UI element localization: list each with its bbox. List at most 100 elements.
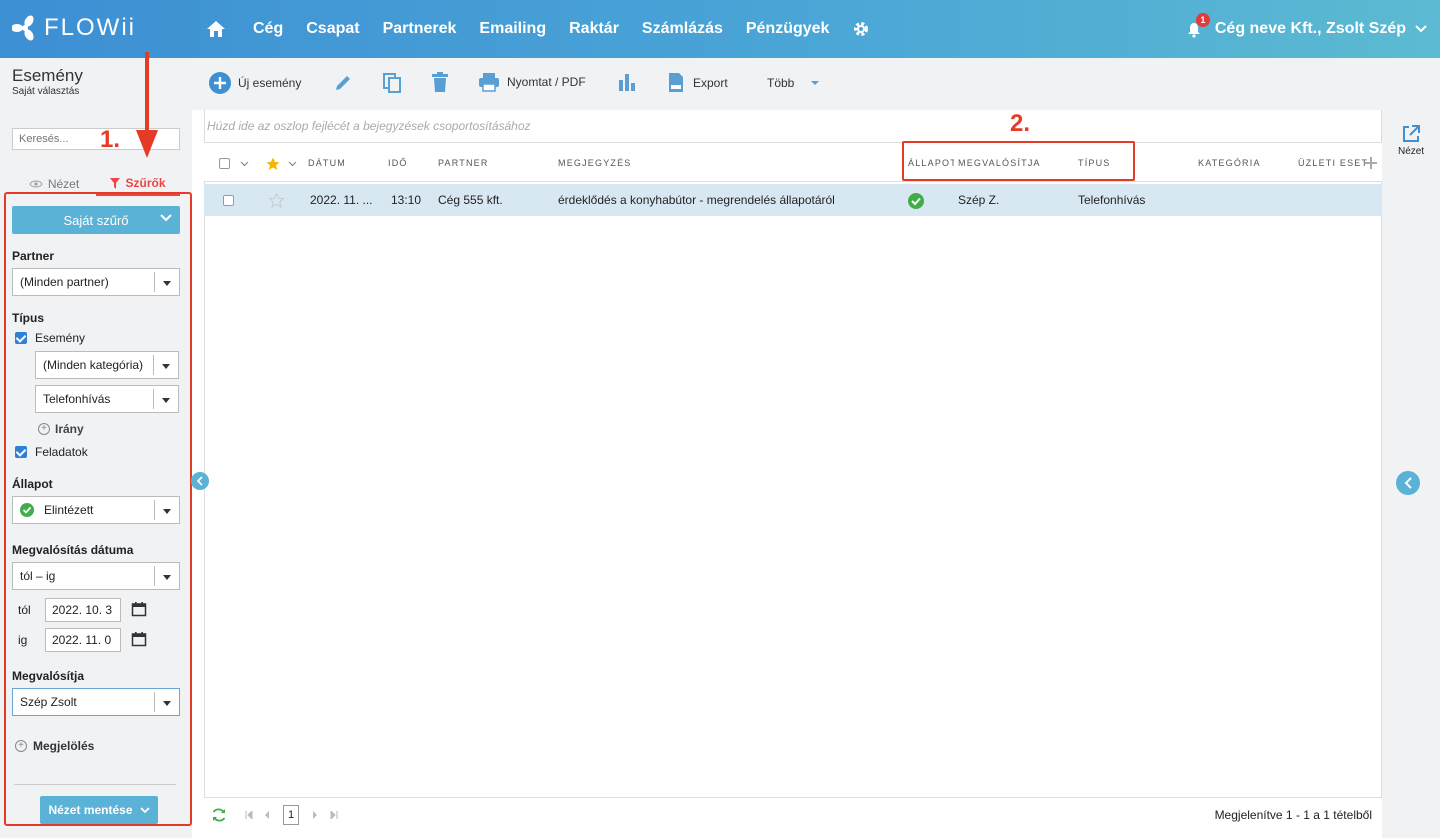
tasks-checkbox[interactable]: Feladatok (15, 445, 88, 459)
dropdown-caret-icon (163, 281, 171, 286)
dropdown-caret-icon (163, 509, 171, 514)
more-label: Több (767, 76, 795, 90)
column-header-category[interactable]: KATEGÓRIA (1198, 158, 1261, 168)
chart-bar-icon[interactable] (618, 73, 636, 91)
cell-time: 13:10 (391, 193, 422, 207)
cell-type: Telefonhívás (1078, 193, 1146, 207)
chevron-down-icon[interactable] (240, 161, 249, 167)
group-by-hint: Húzd ide az oszlop fejlécét a bejegyzése… (207, 119, 531, 133)
plus-circle-icon: + (38, 423, 50, 435)
nav-item-csapat[interactable]: Csapat (306, 20, 359, 38)
save-view-button[interactable]: Nézet mentése (40, 796, 158, 824)
home-icon[interactable] (206, 20, 226, 38)
nav-item-raktar[interactable]: Raktár (569, 20, 619, 38)
calendar-icon[interactable] (131, 601, 147, 617)
status-select[interactable]: Elintézett (12, 496, 180, 524)
marking-toggle[interactable]: + Megjelölés (15, 739, 94, 753)
subtype-select[interactable]: Telefonhívás (35, 385, 179, 413)
date-mode-select[interactable]: tól – ig (12, 562, 180, 590)
chevron-down-icon (160, 214, 172, 222)
annotation-columns-highlight (902, 141, 1135, 181)
row-checkbox[interactable] (223, 195, 234, 206)
table-row[interactable]: 2022. 11. ... 13:10 Cég 555 kft. érdeklő… (204, 184, 1382, 216)
status-label: Állapot (12, 477, 53, 491)
chevron-down-icon (139, 806, 150, 813)
nav-item-szamlazas[interactable]: Számlázás (642, 20, 723, 38)
calendar-icon[interactable] (131, 631, 147, 647)
export-button[interactable]: Export (668, 72, 728, 93)
owner-label: Megvalósítja (12, 669, 85, 683)
flowii-logo-icon (12, 15, 34, 41)
last-page-icon[interactable] (330, 811, 338, 819)
flowii-logo[interactable]: FLOWii (12, 10, 136, 46)
owner-select[interactable]: Szép Zsolt (12, 688, 180, 716)
to-date-input[interactable]: 2022. 11. 0 (45, 628, 121, 652)
category-select-value: (Minden kategória) (43, 358, 144, 372)
cell-partner: Cég 555 kft. (438, 193, 503, 207)
nav-item-ceg[interactable]: Cég (253, 20, 283, 38)
dropdown-caret-icon (162, 364, 170, 369)
nav-item-emailing[interactable]: Emailing (479, 20, 546, 38)
star-outline-icon[interactable] (269, 193, 284, 208)
partner-select-value: (Minden partner) (20, 275, 109, 289)
next-page-icon[interactable] (312, 811, 318, 819)
own-filter-button[interactable]: Saját szűrő (12, 206, 180, 234)
trash-icon[interactable] (431, 72, 449, 93)
grid-header: DÁTUM IDŐ PARTNER MEGJEGYZÉS ÁLLAPOT MEG… (204, 142, 1382, 182)
checkbox-checked-icon (15, 332, 27, 344)
status-select-value: Elintézett (44, 503, 94, 517)
prev-page-icon[interactable] (264, 811, 270, 819)
print-pdf-label: Nyomtat / PDF (507, 75, 586, 89)
open-external-icon[interactable] (1401, 124, 1421, 144)
column-header-partner[interactable]: PARTNER (438, 158, 489, 168)
from-date-label: tól (18, 603, 31, 617)
refresh-icon[interactable] (211, 808, 227, 822)
chevron-left-icon (1404, 477, 1412, 489)
category-select[interactable]: (Minden kategória) (35, 351, 179, 379)
new-event-button[interactable]: Új esemény (208, 71, 301, 95)
account-menu[interactable]: 1 Cég neve Kft., Zsolt Szép (1187, 0, 1428, 58)
pagination-info: Megjelenítve 1 - 1 a 1 tételből (1214, 808, 1372, 822)
dropdown-caret-icon (163, 575, 171, 580)
edit-pencil-icon[interactable] (333, 73, 353, 93)
column-header-business-case[interactable]: ÜZLETI ESET (1298, 158, 1368, 168)
expand-right-panel-button[interactable] (1396, 471, 1420, 495)
event-checkbox[interactable]: Esemény (15, 331, 85, 345)
date-range-label: Megvalósítás dátuma (12, 543, 134, 557)
notification-badge: 1 (1195, 13, 1210, 27)
column-header-time[interactable]: IDŐ (388, 158, 408, 168)
collapse-left-panel-button[interactable] (191, 472, 209, 490)
star-filled-icon[interactable] (266, 157, 280, 171)
type-label: Típus (12, 311, 44, 325)
chevron-down-icon[interactable] (288, 161, 297, 167)
from-date-input[interactable]: 2022. 10. 3 (45, 598, 121, 622)
right-view-label[interactable]: Nézet (1398, 146, 1424, 157)
chevron-left-icon (196, 476, 203, 486)
logo-text: FLOWii (44, 14, 136, 41)
divider (14, 784, 176, 785)
select-all-checkbox[interactable] (219, 158, 230, 169)
nav-item-penzugyek[interactable]: Pénzügyek (746, 20, 830, 38)
more-dropdown[interactable]: Több (767, 76, 820, 90)
column-header-note[interactable]: MEGJEGYZÉS (558, 158, 632, 168)
tasks-checkbox-label: Feladatok (35, 445, 88, 459)
print-pdf-button[interactable]: Nyomtat / PDF (478, 72, 586, 92)
add-column-icon[interactable] (1365, 157, 1377, 169)
gear-icon[interactable] (852, 20, 870, 38)
add-circle-icon (209, 72, 231, 94)
nav-item-partnerek[interactable]: Partnerek (383, 20, 457, 38)
direction-toggle[interactable]: + Irány (38, 422, 84, 436)
column-header-date[interactable]: DÁTUM (308, 158, 346, 168)
current-page[interactable]: 1 (283, 805, 299, 825)
annotation-step-2: 2. (1010, 110, 1031, 137)
copy-icon[interactable] (382, 72, 402, 94)
excel-file-icon (669, 73, 683, 92)
check-circle-icon (908, 193, 924, 209)
notification-bell-icon[interactable]: 1 (1187, 13, 1210, 38)
page-subtitle: Saját választás (12, 86, 80, 97)
marking-label: Megjelölés (33, 739, 95, 753)
subtype-select-value: Telefonhívás (43, 392, 111, 406)
first-page-icon[interactable] (245, 811, 253, 819)
partner-select[interactable]: (Minden partner) (12, 268, 180, 296)
save-view-label: Nézet mentése (48, 803, 133, 817)
